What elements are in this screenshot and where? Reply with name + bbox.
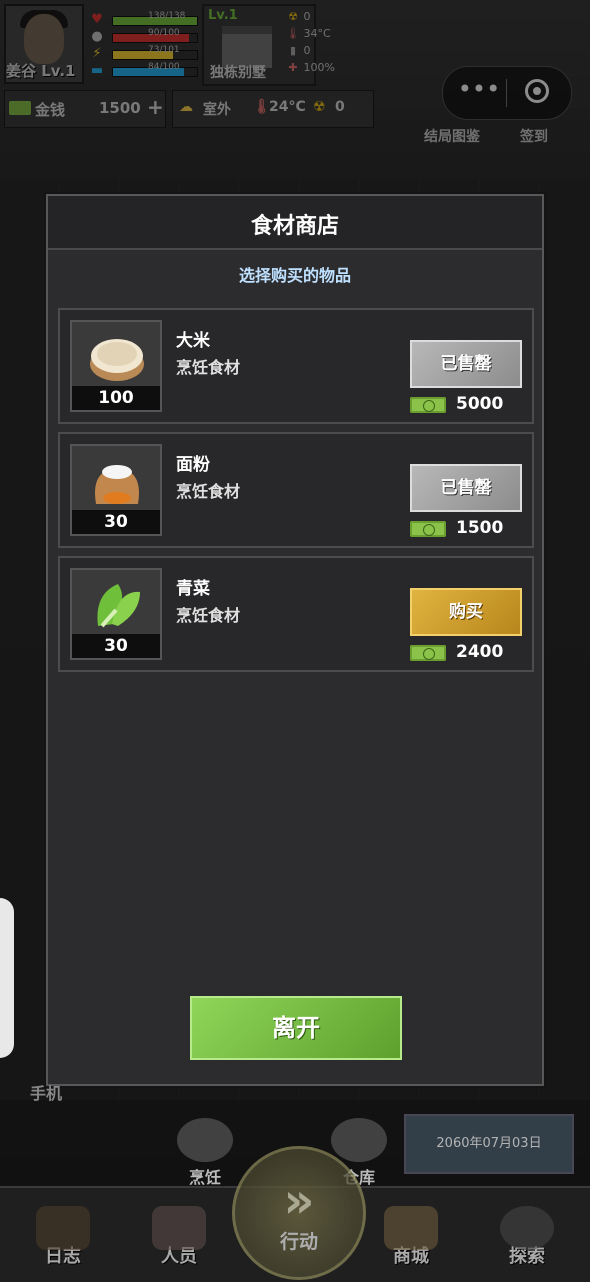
date-display: 2060年07月03日 [404, 1114, 574, 1174]
price-value: 5000 [456, 394, 504, 414]
item-price: 2400 [410, 642, 522, 664]
item-quantity: 100 [72, 386, 160, 410]
compass-icon [500, 1206, 554, 1250]
modal-title: 食材商店 [250, 214, 339, 239]
item-price: 1500 [410, 518, 522, 540]
cash-icon [410, 521, 446, 537]
shop-item-greens: 30 青菜 烹饪食材 购买 2400 [58, 556, 534, 672]
item-type: 烹饪食材 [176, 358, 241, 377]
price-value: 1500 [456, 518, 504, 538]
id-card-icon [152, 1206, 206, 1250]
nav-explore[interactable]: 探索 [482, 1206, 572, 1268]
modal-header: 食材商店 [48, 196, 542, 250]
cash-icon [410, 645, 446, 661]
buy-button[interactable]: 购买 [410, 588, 522, 636]
action-label: 行动 [279, 1231, 318, 1253]
shop-modal: 食材商店 选择购买的物品 100 大米 烹饪食材 已售罄 5000 30 面粉 … [46, 194, 544, 1086]
cook-button[interactable]: 烹饪 [170, 1118, 240, 1188]
item-type: 烹饪食材 [176, 606, 241, 625]
flour-sack-icon [95, 465, 139, 504]
sold-out-button[interactable]: 已售罄 [410, 464, 522, 512]
nav-staff[interactable]: 人员 [134, 1206, 224, 1268]
item-type: 烹饪食材 [176, 482, 241, 501]
modal-subtitle: 选择购买的物品 [238, 266, 351, 285]
cook-label: 烹饪 [188, 1168, 221, 1187]
side-tab[interactable] [0, 898, 14, 1058]
journal-icon [36, 1206, 90, 1250]
item-price: 5000 [410, 394, 522, 416]
leave-button[interactable]: 离开 [190, 996, 402, 1060]
item-thumbnail: 30 [70, 444, 162, 536]
action-button[interactable]: » 行动 [232, 1146, 366, 1280]
shop-item-rice: 100 大米 烹饪食材 已售罄 5000 [58, 308, 534, 424]
cooking-pot-icon [177, 1118, 233, 1162]
cash-icon [410, 397, 446, 413]
basket-icon [384, 1206, 438, 1250]
item-quantity: 30 [72, 634, 160, 658]
nav-mall[interactable]: 商城 [366, 1206, 456, 1268]
shop-item-flour: 30 面粉 烹饪食材 已售罄 1500 [58, 432, 534, 548]
sold-out-button[interactable]: 已售罄 [410, 340, 522, 388]
item-thumbnail: 100 [70, 320, 162, 412]
item-name: 青菜 [176, 579, 210, 599]
nav-log[interactable]: 日志 [18, 1206, 108, 1268]
phone-label[interactable]: 手机 [30, 1080, 62, 1104]
fast-forward-icon: » [283, 1173, 315, 1229]
price-value: 2400 [456, 642, 504, 662]
item-quantity: 30 [72, 510, 160, 534]
item-name: 大米 [176, 331, 210, 351]
bok-choy-icon [97, 584, 140, 628]
item-thumbnail: 30 [70, 568, 162, 660]
rice-sack-icon [90, 339, 144, 381]
item-name: 面粉 [176, 455, 210, 475]
crate-icon [331, 1118, 387, 1162]
